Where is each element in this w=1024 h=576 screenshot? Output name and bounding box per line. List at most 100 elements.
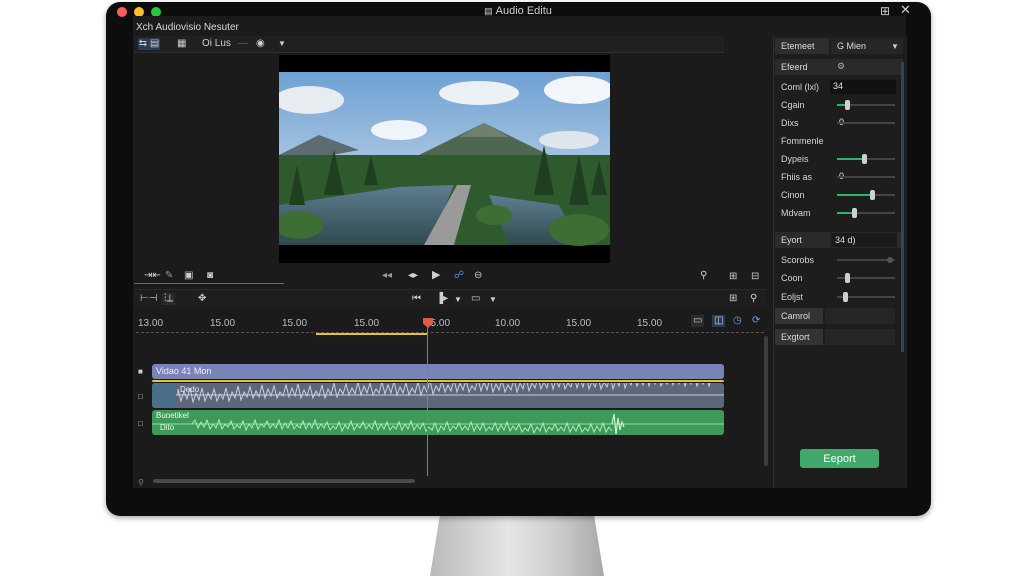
- play-icon[interactable]: ▶: [432, 269, 440, 281]
- inspector-row[interactable]: Coon: [775, 270, 903, 286]
- step-icon[interactable]: ◂▸: [408, 270, 418, 282]
- layout-icon[interactable]: ⇆ ▤: [138, 38, 160, 50]
- waveform-1: [152, 383, 724, 404]
- pen-icon[interactable]: ✎: [165, 270, 173, 282]
- grid-view-icon[interactable]: ⊞: [729, 293, 737, 305]
- slider-knob[interactable]: [869, 190, 875, 200]
- inspector-row-label: Coon: [781, 273, 803, 283]
- clip-selection-line: [152, 380, 724, 382]
- export-button[interactable]: Eeport: [800, 449, 879, 468]
- slider-fill: [837, 194, 872, 196]
- audio-clip-2-label: Buoetikel: [156, 411, 189, 420]
- slider-knob[interactable]: [843, 292, 849, 302]
- fullscreen-icon[interactable]: ⊟: [751, 271, 759, 283]
- slider-track[interactable]: [837, 176, 895, 178]
- playhead-line: [427, 326, 428, 476]
- video-frame: [274, 72, 614, 246]
- settings-icon: ⚙: [837, 61, 846, 71]
- split-icon[interactable]: ⊢⊣: [140, 293, 157, 305]
- audio-clip-2[interactable]: Buoetikel Dito: [152, 410, 724, 435]
- inspector-tab-left-label: Etemeet: [781, 41, 815, 51]
- split-view-icon[interactable]: ⊞: [729, 271, 737, 283]
- sync-icon[interactable]: ⟳: [752, 315, 760, 327]
- clip-thumbnail: [152, 383, 176, 408]
- play-marker-icon[interactable]: ▐▸: [436, 293, 448, 305]
- inspector-tab-right[interactable]: G Mien ▼: [831, 38, 903, 54]
- inspector-row-label: Mdvam: [781, 208, 811, 218]
- inspector-row[interactable]: Cgain: [775, 97, 903, 113]
- slider-fill: [837, 158, 864, 160]
- rewind-icon[interactable]: ◂◂: [382, 270, 392, 282]
- move-icon[interactable]: ✥: [198, 293, 206, 305]
- inspector-row[interactable]: Dypeis: [775, 151, 903, 167]
- timer-icon[interactable]: ◷: [733, 315, 742, 327]
- slider-knob[interactable]: [852, 208, 858, 218]
- search-icon[interactable]: ⚲: [750, 293, 757, 305]
- link-icon[interactable]: ☍: [454, 270, 464, 282]
- slider-knob[interactable]: [844, 273, 850, 283]
- inspector-row[interactable]: Coml (lxl) 34: [775, 79, 903, 95]
- inspector-row[interactable]: Eoljst: [775, 289, 903, 305]
- inspector-row[interactable]: Cinon: [775, 187, 903, 203]
- eye-icon[interactable]: ◉: [256, 38, 265, 50]
- output-button-label: Exgtort: [781, 332, 810, 342]
- export-row-value: 34 d): [835, 235, 856, 245]
- chevron-down-icon[interactable]: ▼: [278, 38, 286, 50]
- inspector-row-label: Dypeis: [781, 154, 809, 164]
- inspector-row[interactable]: Scorobs: [775, 252, 903, 268]
- marker-icon[interactable]: ⚲: [700, 270, 707, 282]
- audio-icon[interactable]: ◫: [712, 315, 726, 327]
- control-button-label: Camrol: [781, 311, 811, 321]
- output-field[interactable]: [825, 329, 895, 345]
- slider-knob[interactable]: [845, 100, 851, 110]
- clip-icon[interactable]: ▭: [471, 293, 480, 305]
- inspector-tab-left[interactable]: Etemeet: [775, 38, 829, 54]
- viewer-transport: ⇥⇤ ✎ ▣ ◙ ◂◂ ◂▸ ▶ ☍ ⊖ ⚲: [134, 268, 724, 284]
- close-icon[interactable]: ✕: [900, 3, 911, 16]
- document-icon: ▤: [484, 6, 493, 16]
- inspector-row-label: Fhiis as: [781, 172, 813, 182]
- loop-icon[interactable]: ⊖: [474, 270, 482, 282]
- panel-icon[interactable]: ▦: [177, 38, 186, 50]
- timeline-toolbar: ⊢⊣ ⫶⊥ ✥ ⏮ ▐▸ ▼ ▭ ▼ ⊞ ⚲: [134, 289, 766, 308]
- viewer-progress: [134, 283, 284, 284]
- ruler-tick: 15.00: [637, 318, 663, 329]
- control-field[interactable]: [825, 308, 895, 324]
- audio-clip-1[interactable]: Dedo: [152, 383, 724, 408]
- timeline-horizontal-scrollbar[interactable]: [153, 479, 415, 483]
- trim-icon[interactable]: ⇥⇤: [144, 270, 161, 282]
- chevron-down-icon[interactable]: ▼: [489, 294, 497, 306]
- previous-icon[interactable]: ⏮: [412, 293, 421, 305]
- timeline-vertical-scrollbar[interactable]: [764, 336, 768, 466]
- ruler-tick: 10.00: [495, 318, 521, 329]
- image-icon[interactable]: ▣: [184, 270, 193, 282]
- snap-icon[interactable]: ⫶⊥: [162, 293, 176, 305]
- monitor-stand: [430, 512, 604, 576]
- camera-icon[interactable]: ◙: [207, 270, 213, 282]
- chevron-down-icon[interactable]: ▼: [454, 294, 462, 306]
- video-viewer[interactable]: [274, 55, 614, 263]
- monitor-icon[interactable]: ▭: [691, 315, 705, 327]
- ruler-tick: 15.00: [566, 318, 592, 329]
- inspector-row[interactable]: Fommenle: [775, 133, 903, 149]
- in-out-range: [316, 333, 428, 335]
- slider-track[interactable]: [837, 122, 895, 124]
- audio-clip-2-sublabel: Dito: [160, 423, 175, 432]
- slider-knob[interactable]: [861, 154, 867, 164]
- inspector-row[interactable]: Fhiis as0: [775, 169, 903, 185]
- inspector-row-value: 34: [833, 81, 844, 91]
- zoom-icon[interactable]: ⚲: [138, 477, 144, 489]
- chevron-down-icon: ▼: [891, 42, 899, 51]
- export-row[interactable]: Eyort 34 d): [775, 232, 903, 248]
- section-header-label: Efeerd: [781, 62, 808, 72]
- section-header[interactable]: Efeerd ⚙: [775, 59, 903, 75]
- inspector-row[interactable]: Dixs0: [775, 115, 903, 131]
- inspector-row[interactable]: Mdvam: [775, 205, 903, 221]
- inspector-scrollbar[interactable]: [901, 62, 904, 352]
- control-button[interactable]: Camrol: [775, 308, 823, 324]
- video-clip[interactable]: Vidao 41 Mon: [152, 364, 724, 379]
- slider-knob[interactable]: [887, 257, 894, 263]
- ruler-line: [136, 332, 764, 334]
- divider-icon: —: [238, 38, 248, 49]
- output-button[interactable]: Exgtort: [775, 329, 823, 345]
